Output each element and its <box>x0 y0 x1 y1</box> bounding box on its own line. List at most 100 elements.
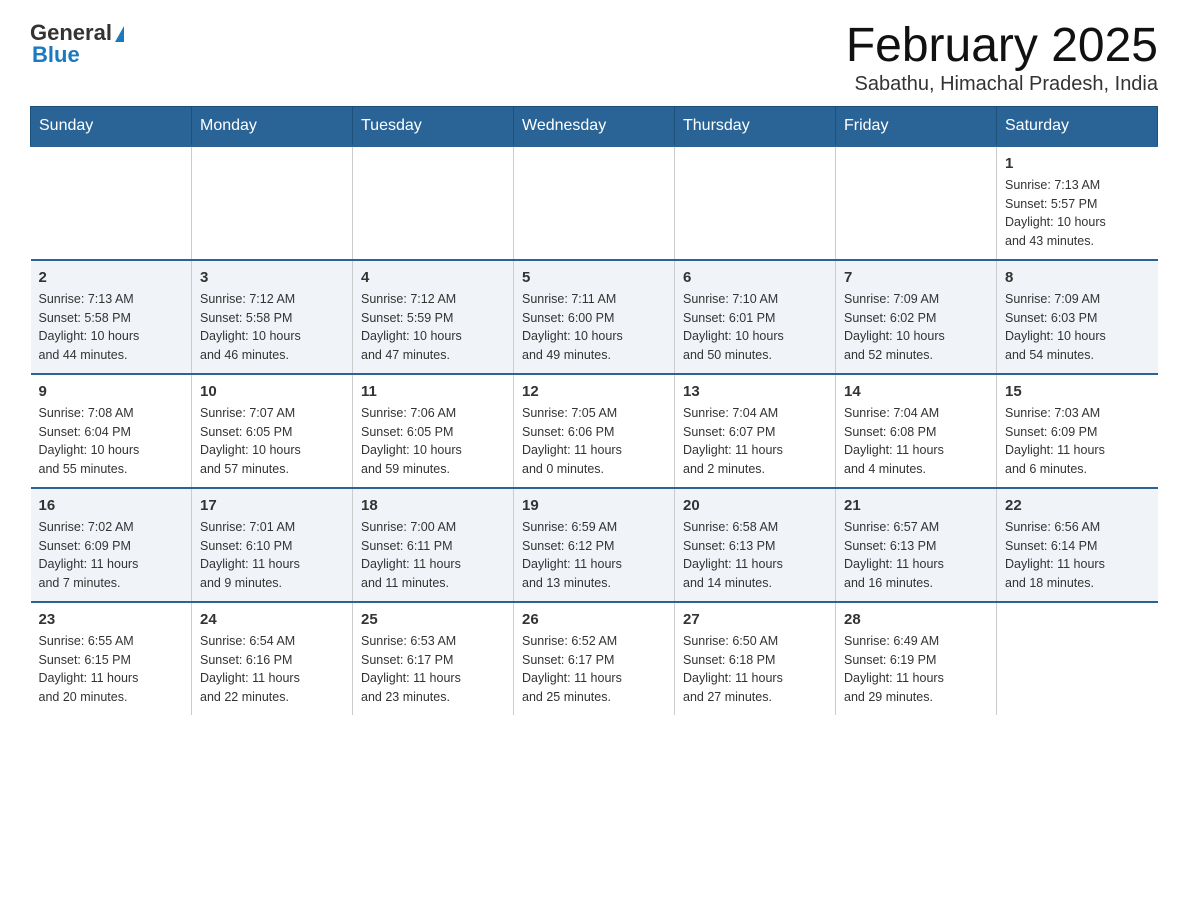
calendar-day-cell: 19 Sunrise: 6:59 AMSunset: 6:12 PMDayligh… <box>514 488 675 602</box>
day-info: Sunrise: 7:04 AMSunset: 6:08 PMDaylight:… <box>844 404 988 479</box>
calendar-day-cell: 21 Sunrise: 6:57 AMSunset: 6:13 PMDayligh… <box>836 488 997 602</box>
day-number: 13 <box>683 383 827 400</box>
day-info: Sunrise: 6:57 AMSunset: 6:13 PMDaylight:… <box>844 518 988 593</box>
day-info: Sunrise: 7:05 AMSunset: 6:06 PMDaylight:… <box>522 404 666 479</box>
day-of-week-header: Friday <box>836 106 997 146</box>
calendar-body: 1 Sunrise: 7:13 AMSunset: 5:57 PMDaylight… <box>31 146 1158 715</box>
day-of-week-header: Saturday <box>997 106 1158 146</box>
page-title: February 2025 <box>846 20 1158 73</box>
day-info: Sunrise: 6:58 AMSunset: 6:13 PMDaylight:… <box>683 518 827 593</box>
day-of-week-header: Sunday <box>31 106 192 146</box>
calendar-header: SundayMondayTuesdayWednesdayThursdayFrid… <box>31 106 1158 146</box>
day-number: 18 <box>361 497 505 514</box>
day-number: 5 <box>522 269 666 286</box>
day-number: 21 <box>844 497 988 514</box>
calendar-day-cell: 8Sunrise: 7:09 AMSunset: 6:03 PMDaylight… <box>997 260 1158 374</box>
calendar-day-cell <box>675 146 836 260</box>
day-info: Sunrise: 6:54 AMSunset: 6:16 PMDaylight:… <box>200 632 344 707</box>
day-number: 24 <box>200 611 344 628</box>
day-info: Sunrise: 6:56 AMSunset: 6:14 PMDaylight:… <box>1005 518 1150 593</box>
day-info: Sunrise: 6:59 AMSunset: 6:12 PMDaylight:… <box>522 518 666 593</box>
day-of-week-header: Monday <box>192 106 353 146</box>
calendar-day-cell: 18 Sunrise: 7:00 AMSunset: 6:11 PMDayligh… <box>353 488 514 602</box>
day-number: 23 <box>39 611 184 628</box>
calendar-day-cell: 23 Sunrise: 6:55 AMSunset: 6:15 PMDayligh… <box>31 602 192 715</box>
day-info: Sunrise: 7:13 AMSunset: 5:57 PMDaylight:… <box>1005 176 1150 251</box>
calendar-day-cell: 22 Sunrise: 6:56 AMSunset: 6:14 PMDayligh… <box>997 488 1158 602</box>
day-of-week-header: Wednesday <box>514 106 675 146</box>
day-info: Sunrise: 7:01 AMSunset: 6:10 PMDaylight:… <box>200 518 344 593</box>
calendar-week-row: 9 Sunrise: 7:08 AMSunset: 6:04 PMDaylight… <box>31 374 1158 488</box>
calendar-day-cell <box>31 146 192 260</box>
day-number: 3 <box>200 269 344 286</box>
page-subtitle: Sabathu, Himachal Pradesh, India <box>846 73 1158 96</box>
day-of-week-header: Tuesday <box>353 106 514 146</box>
calendar-day-cell: 3Sunrise: 7:12 AMSunset: 5:58 PMDaylight… <box>192 260 353 374</box>
calendar-day-cell: 4 Sunrise: 7:12 AMSunset: 5:59 PMDaylight… <box>353 260 514 374</box>
calendar-day-cell: 16Sunrise: 7:02 AMSunset: 6:09 PMDayligh… <box>31 488 192 602</box>
day-number: 16 <box>39 497 184 514</box>
day-info: Sunrise: 7:12 AMSunset: 5:59 PMDaylight:… <box>361 290 505 365</box>
day-number: 27 <box>683 611 827 628</box>
calendar-day-cell: 1 Sunrise: 7:13 AMSunset: 5:57 PMDaylight… <box>997 146 1158 260</box>
day-info: Sunrise: 6:55 AMSunset: 6:15 PMDaylight:… <box>39 632 184 707</box>
day-number: 17 <box>200 497 344 514</box>
day-number: 10 <box>200 383 344 400</box>
calendar-day-cell: 5 Sunrise: 7:11 AMSunset: 6:00 PMDaylight… <box>514 260 675 374</box>
calendar-day-cell: 15 Sunrise: 7:03 AMSunset: 6:09 PMDayligh… <box>997 374 1158 488</box>
logo-blue-text: Blue <box>32 42 80 68</box>
day-info: Sunrise: 7:08 AMSunset: 6:04 PMDaylight:… <box>39 404 184 479</box>
days-of-week-row: SundayMondayTuesdayWednesdayThursdayFrid… <box>31 106 1158 146</box>
calendar-day-cell: 9 Sunrise: 7:08 AMSunset: 6:04 PMDaylight… <box>31 374 192 488</box>
calendar-day-cell: 17 Sunrise: 7:01 AMSunset: 6:10 PMDayligh… <box>192 488 353 602</box>
calendar-day-cell: 6Sunrise: 7:10 AMSunset: 6:01 PMDaylight… <box>675 260 836 374</box>
day-of-week-header: Thursday <box>675 106 836 146</box>
day-info: Sunrise: 6:53 AMSunset: 6:17 PMDaylight:… <box>361 632 505 707</box>
title-block: February 2025 Sabathu, Himachal Pradesh,… <box>846 20 1158 96</box>
calendar-day-cell: 7Sunrise: 7:09 AMSunset: 6:02 PMDaylight… <box>836 260 997 374</box>
calendar-day-cell: 2Sunrise: 7:13 AMSunset: 5:58 PMDaylight… <box>31 260 192 374</box>
logo: General Blue <box>30 20 124 68</box>
day-info: Sunrise: 7:13 AMSunset: 5:58 PMDaylight:… <box>39 290 184 365</box>
day-info: Sunrise: 6:50 AMSunset: 6:18 PMDaylight:… <box>683 632 827 707</box>
calendar-day-cell: 24 Sunrise: 6:54 AMSunset: 6:16 PMDayligh… <box>192 602 353 715</box>
calendar-day-cell <box>514 146 675 260</box>
calendar-day-cell: 10Sunrise: 7:07 AMSunset: 6:05 PMDayligh… <box>192 374 353 488</box>
logo-triangle-icon <box>115 26 124 42</box>
day-info: Sunrise: 7:00 AMSunset: 6:11 PMDaylight:… <box>361 518 505 593</box>
day-info: Sunrise: 7:06 AMSunset: 6:05 PMDaylight:… <box>361 404 505 479</box>
day-number: 25 <box>361 611 505 628</box>
day-info: Sunrise: 6:52 AMSunset: 6:17 PMDaylight:… <box>522 632 666 707</box>
day-info: Sunrise: 7:04 AMSunset: 6:07 PMDaylight:… <box>683 404 827 479</box>
day-number: 9 <box>39 383 184 400</box>
day-number: 28 <box>844 611 988 628</box>
calendar-week-row: 2Sunrise: 7:13 AMSunset: 5:58 PMDaylight… <box>31 260 1158 374</box>
day-number: 1 <box>1005 155 1150 172</box>
calendar-day-cell <box>836 146 997 260</box>
calendar-day-cell: 13 Sunrise: 7:04 AMSunset: 6:07 PMDayligh… <box>675 374 836 488</box>
calendar-day-cell: 25 Sunrise: 6:53 AMSunset: 6:17 PMDayligh… <box>353 602 514 715</box>
calendar-day-cell <box>192 146 353 260</box>
day-number: 26 <box>522 611 666 628</box>
calendar-day-cell: 26 Sunrise: 6:52 AMSunset: 6:17 PMDayligh… <box>514 602 675 715</box>
day-number: 6 <box>683 269 827 286</box>
calendar-day-cell: 14 Sunrise: 7:04 AMSunset: 6:08 PMDayligh… <box>836 374 997 488</box>
day-info: Sunrise: 7:03 AMSunset: 6:09 PMDaylight:… <box>1005 404 1150 479</box>
calendar-day-cell: 11 Sunrise: 7:06 AMSunset: 6:05 PMDayligh… <box>353 374 514 488</box>
calendar-day-cell <box>353 146 514 260</box>
day-info: Sunrise: 7:11 AMSunset: 6:00 PMDaylight:… <box>522 290 666 365</box>
calendar-week-row: 23 Sunrise: 6:55 AMSunset: 6:15 PMDayligh… <box>31 602 1158 715</box>
calendar-day-cell: 28Sunrise: 6:49 AMSunset: 6:19 PMDayligh… <box>836 602 997 715</box>
day-number: 8 <box>1005 269 1150 286</box>
calendar-day-cell: 20 Sunrise: 6:58 AMSunset: 6:13 PMDayligh… <box>675 488 836 602</box>
day-number: 22 <box>1005 497 1150 514</box>
calendar-table: SundayMondayTuesdayWednesdayThursdayFrid… <box>30 106 1158 715</box>
day-number: 14 <box>844 383 988 400</box>
day-number: 19 <box>522 497 666 514</box>
day-number: 20 <box>683 497 827 514</box>
day-number: 12 <box>522 383 666 400</box>
day-number: 15 <box>1005 383 1150 400</box>
day-number: 11 <box>361 383 505 400</box>
day-number: 4 <box>361 269 505 286</box>
calendar-week-row: 1 Sunrise: 7:13 AMSunset: 5:57 PMDaylight… <box>31 146 1158 260</box>
